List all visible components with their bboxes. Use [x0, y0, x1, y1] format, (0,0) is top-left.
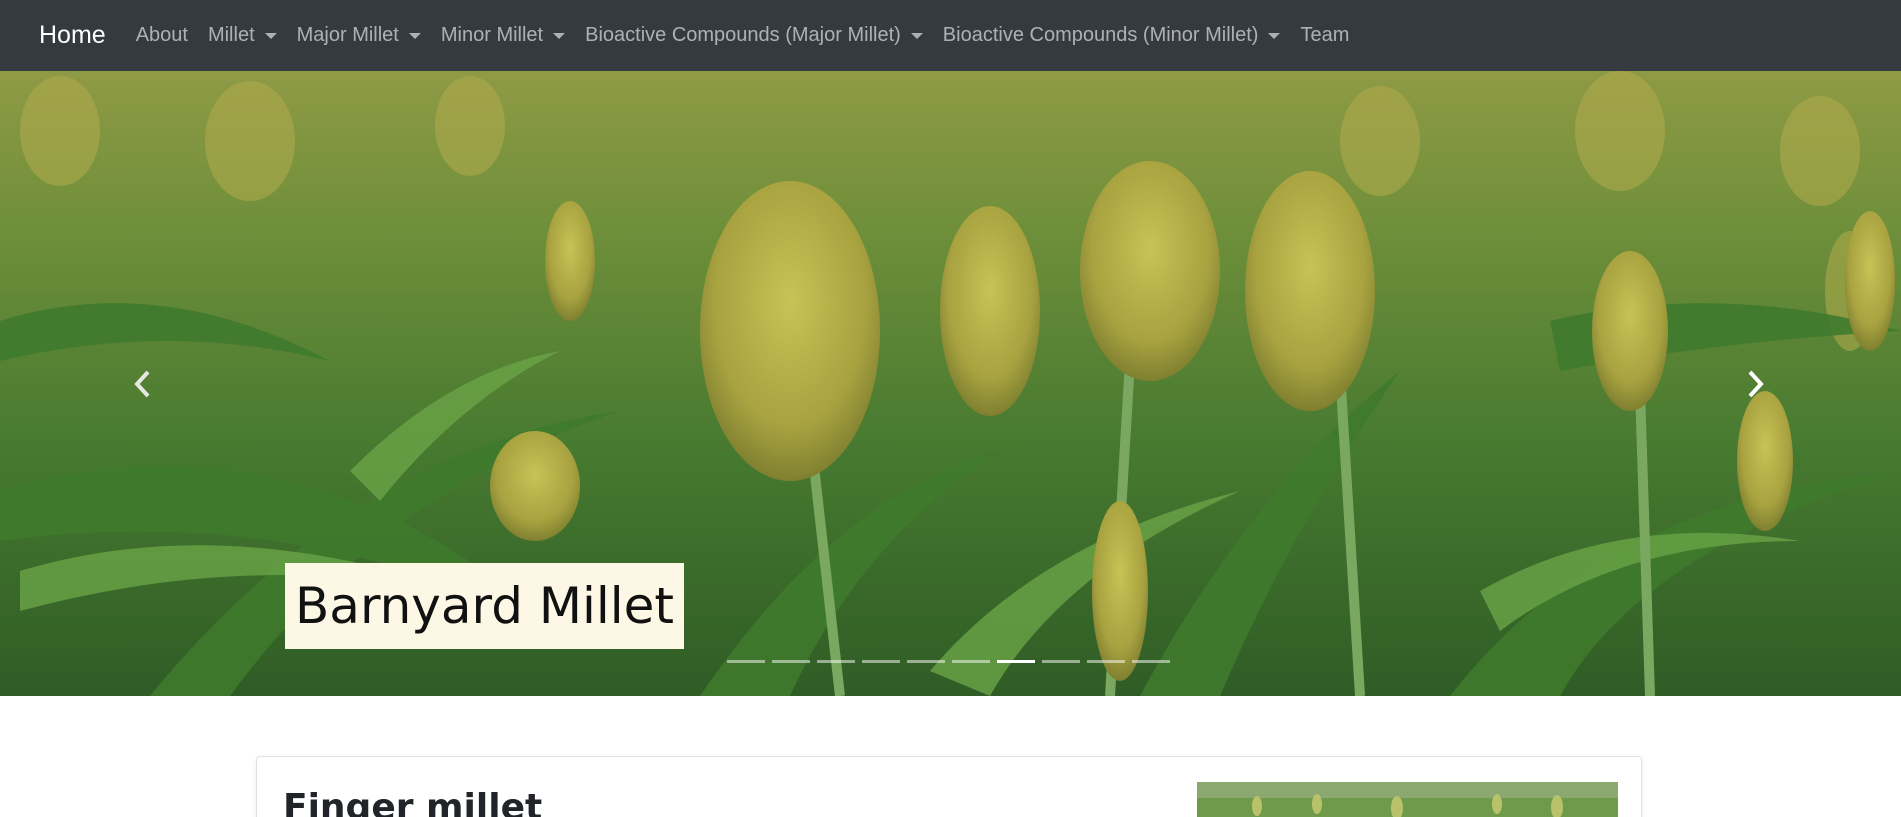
caret-down-icon	[264, 32, 277, 39]
caret-down-icon	[408, 32, 421, 39]
nav-item-bioactive-minor[interactable]: Bioactive Compounds (Minor Millet)	[943, 24, 1281, 47]
caret-down-icon	[1268, 32, 1281, 39]
caret-down-icon	[553, 32, 566, 39]
card-title: Finger millet	[283, 787, 543, 817]
carousel-indicator[interactable]	[1087, 660, 1125, 663]
nav-item-label: Minor Millet	[440, 24, 544, 46]
carousel-caption: Barnyard Millet	[285, 563, 685, 649]
carousel-indicator[interactable]	[862, 660, 900, 663]
nav-item-bioactive-major[interactable]: Bioactive Compounds (Major Millet)	[585, 24, 923, 47]
carousel-indicators	[727, 660, 1170, 663]
nav-item-millet[interactable]: Millet	[208, 24, 277, 47]
nav-item-label: Millet	[207, 24, 255, 46]
navbar: Home About Millet Major Millet Minor Mil…	[0, 0, 1901, 71]
carousel-indicator[interactable]	[997, 660, 1035, 663]
caret-down-icon	[910, 32, 923, 39]
nav-item-major-millet[interactable]: Major Millet	[297, 24, 421, 47]
hero-carousel: Barnyard Millet	[0, 71, 1901, 696]
carousel-indicator[interactable]	[727, 660, 765, 663]
nav-item-label: Major Millet	[296, 24, 399, 46]
chevron-left-icon	[134, 370, 150, 398]
carousel-prev-button[interactable]	[113, 354, 173, 414]
content-card: Finger millet	[256, 756, 1642, 817]
nav-item-label: Team	[1300, 24, 1350, 46]
carousel-indicator[interactable]	[1042, 660, 1080, 663]
carousel-indicator[interactable]	[1132, 660, 1170, 663]
carousel-indicator[interactable]	[952, 660, 990, 663]
nav-item-label: Bioactive Compounds (Minor Millet)	[942, 24, 1259, 46]
carousel-indicator[interactable]	[772, 660, 810, 663]
carousel-indicator[interactable]	[907, 660, 945, 663]
chevron-right-icon	[1748, 370, 1764, 398]
nav-item-minor-millet[interactable]: Minor Millet	[440, 24, 566, 47]
carousel-indicator[interactable]	[817, 660, 855, 663]
nav-item-label: Bioactive Compounds (Major Millet)	[585, 24, 901, 46]
nav-brand-home[interactable]: Home	[39, 21, 106, 50]
carousel-next-button[interactable]	[1725, 354, 1785, 414]
card-image	[1197, 782, 1618, 817]
nav-item-label: About	[135, 24, 188, 46]
nav-item-team[interactable]: Team	[1300, 24, 1349, 47]
nav-item-about[interactable]: About	[136, 24, 188, 47]
